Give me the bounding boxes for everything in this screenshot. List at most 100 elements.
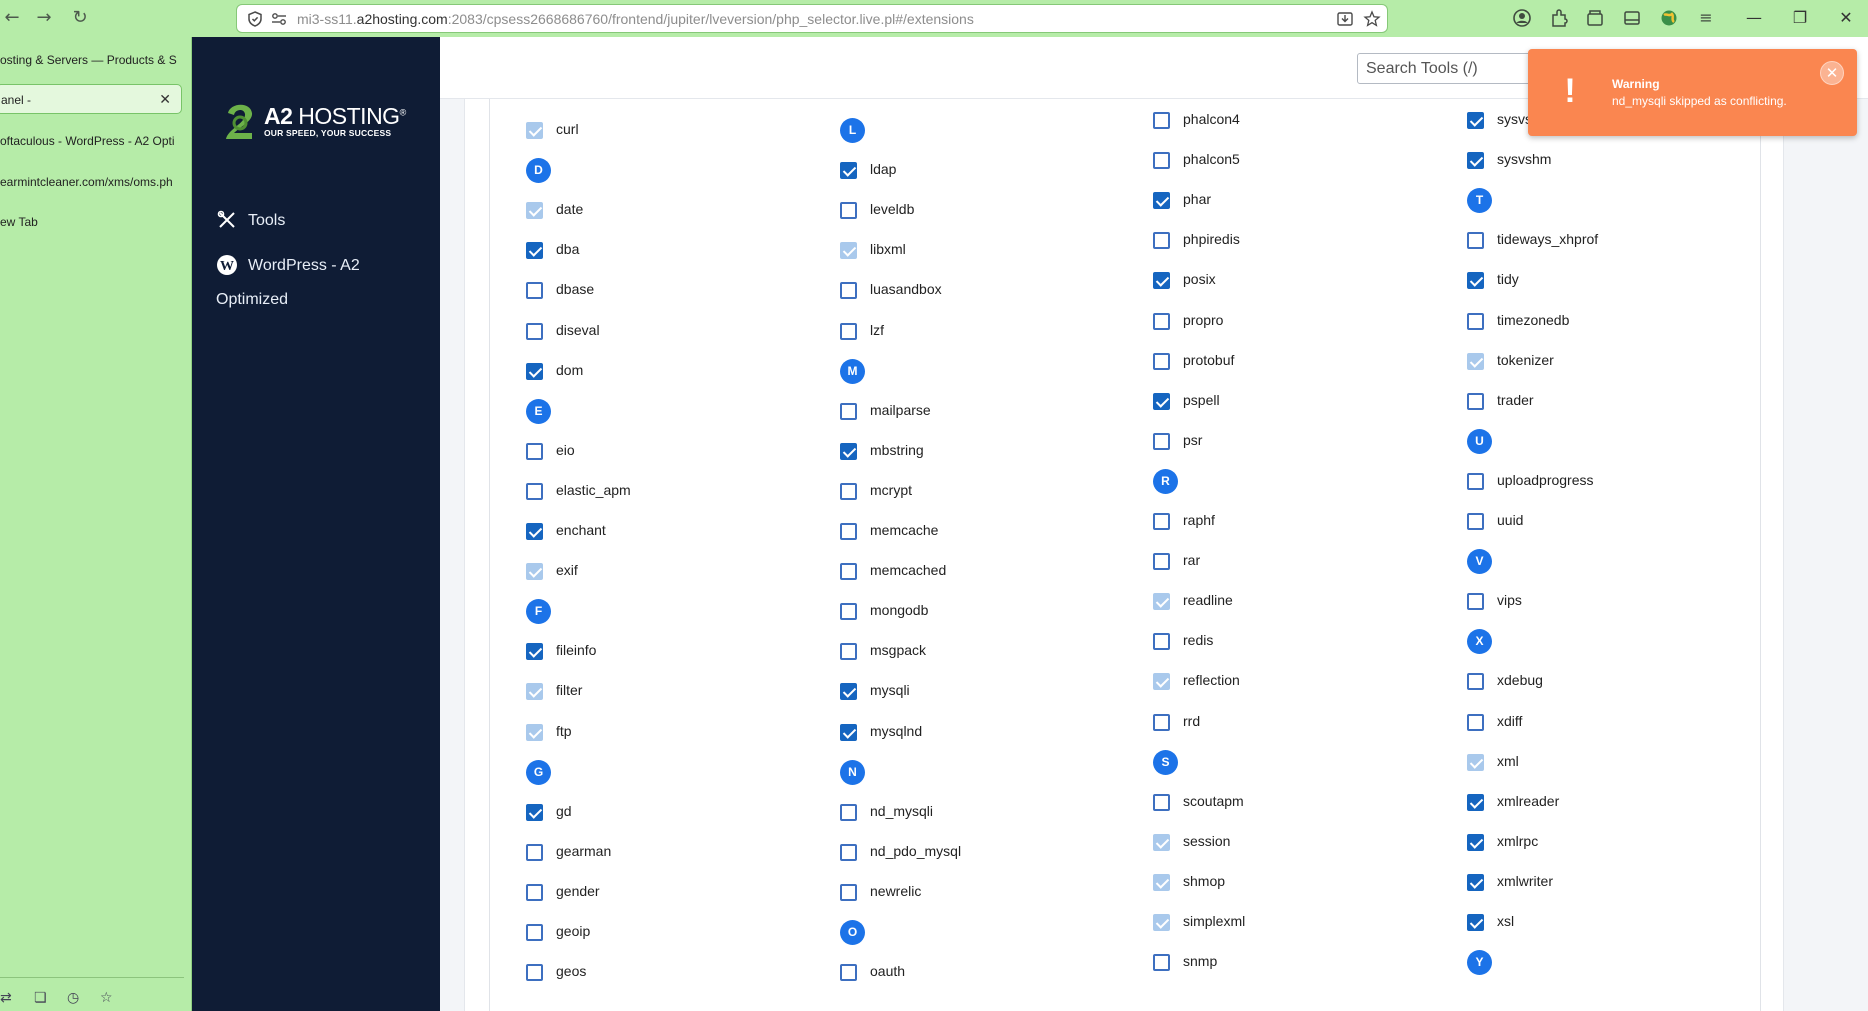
reload-icon[interactable]: ↻ [68,6,92,30]
extension-checkbox[interactable] [1153,433,1170,450]
extension-checkbox[interactable] [526,483,543,500]
account-icon[interactable] [1511,7,1533,29]
extension-checkbox[interactable] [526,964,543,981]
side-tab-label: ew Tab [0,215,38,229]
menu-icon[interactable]: ≡ [1695,7,1717,29]
extension-checkbox[interactable] [840,603,857,620]
extension-checkbox[interactable] [1467,473,1484,490]
extension-label: luasandbox [870,281,942,297]
extension-checkbox[interactable] [1467,272,1484,289]
side-tab-hosting[interactable]: osting & Servers — Products & S [0,45,180,75]
url-text[interactable]: mi3-ss11.a2hosting.com:2083/cpsess266868… [297,11,974,27]
side-tab-new-tab[interactable]: ew Tab [0,207,180,237]
tab-close-icon[interactable]: ✕ [159,85,171,113]
extensions-icon[interactable] [1548,7,1570,29]
extension-checkbox[interactable] [1467,152,1484,169]
extension-checkbox[interactable] [526,323,543,340]
extension-checkbox[interactable] [840,683,857,700]
extension-checkbox[interactable] [1467,874,1484,891]
extension-checkbox[interactable] [1467,593,1484,610]
side-tab-spearmint[interactable]: earmintcleaner.com/xms/oms.ph [0,167,180,197]
extension-checkbox[interactable] [1467,914,1484,931]
extension-checkbox[interactable] [526,804,543,821]
favorites-icon[interactable]: ☆ [100,990,113,1006]
extension-checkbox[interactable] [1153,714,1170,731]
extension-checkbox[interactable] [1153,272,1170,289]
extension-checkbox[interactable] [840,162,857,179]
side-tab-softaculous[interactable]: oftaculous - WordPress - A2 Opti [0,126,180,156]
extension-checkbox[interactable] [840,202,857,219]
extension-checkbox[interactable] [1467,673,1484,690]
extension-checkbox[interactable] [1467,513,1484,530]
tab-actions-icon[interactable]: ⇄ [0,990,12,1006]
extension-checkbox[interactable] [1153,353,1170,370]
side-tab-panel-active[interactable]: anel - ✕ [0,84,182,114]
history-icon[interactable]: ◷ [67,990,79,1006]
search-tools-box[interactable] [1357,53,1557,84]
extension-checkbox[interactable] [1153,313,1170,330]
extension-checkbox[interactable] [1467,834,1484,851]
extension-checkbox[interactable] [526,523,543,540]
extension-checkbox[interactable] [840,403,857,420]
extension-checkbox[interactable] [1467,313,1484,330]
collections-icon[interactable] [1584,7,1606,29]
extension-checkbox [526,563,543,580]
extension-label: msgpack [870,642,927,658]
back-icon[interactable]: ← [0,6,24,30]
minimize-icon[interactable]: — [1739,6,1769,30]
address-bar[interactable]: mi3-ss11.a2hosting.com:2083/cpsess266868… [236,4,1388,33]
extension-checkbox[interactable] [526,443,543,460]
extension-checkbox[interactable] [1467,232,1484,249]
extension-checkbox[interactable] [840,964,857,981]
extension-label: filter [556,682,583,698]
extension-checkbox[interactable] [840,483,857,500]
tab-groups-icon[interactable]: ❏ [34,990,47,1006]
shield-icon[interactable] [247,11,263,27]
extension-checkbox[interactable] [840,563,857,580]
extension-checkbox[interactable] [840,443,857,460]
extension-checkbox[interactable] [526,844,543,861]
extension-checkbox[interactable] [526,643,543,660]
a2-hosting-logo[interactable]: A2 HOSTING® OUR SPEED, YOUR SUCCESS [222,99,422,149]
extension-checkbox[interactable] [1153,232,1170,249]
extension-checkbox[interactable] [1153,192,1170,209]
restore-icon[interactable]: ❐ [1785,6,1815,30]
extension-checkbox[interactable] [1467,794,1484,811]
extension-checkbox[interactable] [1153,112,1170,129]
extension-checkbox[interactable] [840,804,857,821]
extension-checkbox[interactable] [840,282,857,299]
window-close-icon[interactable]: ✕ [1831,6,1861,30]
forward-icon[interactable]: → [32,6,56,30]
install-app-icon[interactable] [1336,10,1354,28]
toast-close-icon[interactable]: ✕ [1820,61,1844,85]
extension-checkbox[interactable] [1467,393,1484,410]
extension-checkbox[interactable] [526,363,543,380]
nav-wordpress-label-2: Optimized [216,291,289,308]
extension-checkbox[interactable] [840,323,857,340]
extension-checkbox[interactable] [1153,152,1170,169]
vpn-globe-icon[interactable] [1658,7,1680,29]
extension-checkbox[interactable] [840,523,857,540]
extension-checkbox[interactable] [840,724,857,741]
extension-checkbox[interactable] [840,643,857,660]
extension-checkbox[interactable] [840,884,857,901]
extension-checkbox[interactable] [1153,633,1170,650]
site-settings-icon[interactable] [271,12,287,26]
bookmark-star-icon[interactable] [1363,10,1381,28]
extension-label: uploadprogress [1497,472,1594,488]
extension-checkbox[interactable] [526,282,543,299]
extension-checkbox[interactable] [1467,112,1484,129]
extension-checkbox[interactable] [526,924,543,941]
extension-checkbox[interactable] [526,884,543,901]
extension-checkbox[interactable] [526,242,543,259]
extension-checkbox[interactable] [1153,794,1170,811]
extension-checkbox[interactable] [1153,553,1170,570]
extension-checkbox[interactable] [1153,513,1170,530]
extension-checkbox[interactable] [1467,714,1484,731]
extension-checkbox[interactable] [840,844,857,861]
sidebar-toggle-icon[interactable] [1621,7,1643,29]
side-tab-label: osting & Servers — Products & S [0,53,177,67]
extension-checkbox[interactable] [1153,393,1170,410]
search-tools-input[interactable] [1358,54,1556,83]
extension-checkbox[interactable] [1153,954,1170,971]
